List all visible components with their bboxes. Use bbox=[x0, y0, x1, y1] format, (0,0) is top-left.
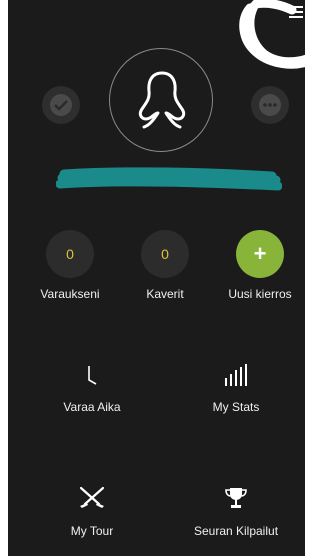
varaukseni-label: Varaukseni bbox=[40, 287, 100, 301]
crossed-clubs-icon bbox=[79, 486, 105, 508]
counter-uusi-kierros[interactable]: + Uusi kierros bbox=[220, 230, 300, 301]
kaverit-label: Kaverit bbox=[146, 287, 184, 301]
feature-my-stats[interactable]: My Stats bbox=[166, 358, 305, 414]
uusi-kierros-label: Uusi kierros bbox=[228, 287, 292, 301]
name-redaction-scribble bbox=[56, 167, 282, 191]
trophy-icon bbox=[225, 488, 247, 508]
kaverit-count[interactable]: 0 bbox=[141, 230, 189, 278]
feature-my-tour[interactable]: My Tour bbox=[22, 482, 162, 538]
check-chat-icon[interactable] bbox=[42, 86, 80, 124]
my-stats-label: My Stats bbox=[212, 400, 260, 414]
varaukseni-count[interactable]: 0 bbox=[46, 230, 94, 278]
feature-seuran-kilpailut[interactable]: Seuran Kilpailut bbox=[166, 482, 305, 538]
seuran-kilpailut-label: Seuran Kilpailut bbox=[193, 524, 279, 538]
bar-stats-icon bbox=[225, 364, 247, 386]
counter-kaverit[interactable]: 0 Kaverit bbox=[125, 230, 205, 301]
varaa-aika-label: Varaa Aika bbox=[63, 400, 121, 414]
clock-hand-icon bbox=[88, 366, 97, 385]
new-round-plus-button[interactable]: + bbox=[236, 230, 284, 278]
app-screen: 0 Varaukseni 0 Kaverit + Uusi kierros Va… bbox=[8, 0, 305, 556]
avatar[interactable] bbox=[109, 48, 213, 152]
feature-varaa-aika[interactable]: Varaa Aika bbox=[22, 358, 162, 414]
more-chat-icon[interactable] bbox=[251, 86, 289, 124]
my-tour-label: My Tour bbox=[70, 524, 114, 538]
user-silhouette-icon bbox=[138, 71, 186, 129]
hamburger-menu-icon[interactable] bbox=[289, 6, 303, 20]
counter-varaukseni[interactable]: 0 Varaukseni bbox=[30, 230, 110, 301]
